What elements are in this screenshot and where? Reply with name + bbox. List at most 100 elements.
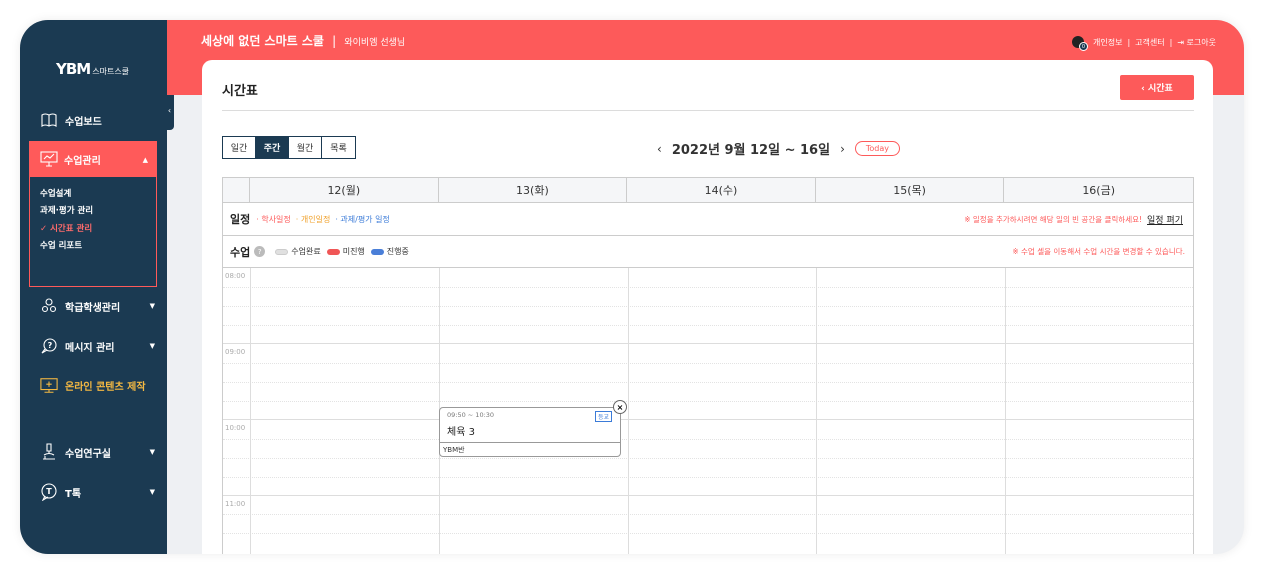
sidebar-collapse-toggle[interactable]: ‹ <box>165 90 174 130</box>
svg-text:T: T <box>46 487 52 496</box>
today-button[interactable]: Today <box>854 141 901 156</box>
sidebar-item-class-board[interactable]: 수업보드 <box>20 106 167 134</box>
logout-link[interactable]: ⇥ 로그아웃 <box>1177 37 1216 48</box>
support-link[interactable]: 고객센터 <box>1135 37 1164 48</box>
class-legend-row: 수업 ? 수업완료 미진행 진행중 ※ 수업 셀을 이동해서 수업 시간을 변경… <box>223 236 1193 268</box>
caret-down-icon: ▼ <box>149 342 155 350</box>
sidebar: YBM 스마트스쿨 수업보드 수업관리 ▲ 수업설계 과제·평가 관리 ✓ 시간… <box>20 20 167 554</box>
title-separator: | <box>332 34 337 48</box>
quarter-line <box>223 382 1193 383</box>
legend-personal: · 개인일정 <box>295 214 331 224</box>
timetable-grid: 12(월) 13(화) 14(수) 15(목) 16(금) 일정 · 학사일정 … <box>222 177 1194 554</box>
event-tag: 등교 <box>594 411 612 422</box>
help-icon[interactable]: ? <box>254 246 266 257</box>
sidebar-group-class-management: 수업관리 ▲ 수업설계 과제·평가 관리 ✓ 시간표 관리 수업 리포트 <box>29 141 157 287</box>
quarter-line <box>223 477 1193 478</box>
schedule-label: 일정 <box>230 213 251 226</box>
time-label: 08:00 <box>225 272 246 280</box>
app-title: 세상에 없던 스마트 스쿨 | 와이비엠 선생님 <box>201 32 405 49</box>
quarter-line <box>223 401 1193 402</box>
prev-week-button[interactable]: ‹ <box>657 142 662 156</box>
svg-text:?: ? <box>48 341 53 350</box>
monitor-add-icon <box>40 376 58 394</box>
day-divider <box>1005 268 1006 554</box>
sidebar-subitem-timetable[interactable]: ✓ 시간표 관리 <box>30 219 156 237</box>
schedule-hint-text: ※ 일정을 추가하시려면 해당 일의 빈 공간을 클릭하세요! <box>964 214 1143 224</box>
logo[interactable]: YBM 스마트스쿨 <box>56 60 129 78</box>
sidebar-subitem-lesson-design[interactable]: 수업설계 <box>30 184 156 202</box>
message-icon: ? <box>40 337 58 355</box>
sidebar-item-label: T톡 <box>65 488 82 500</box>
quarter-line <box>223 363 1193 364</box>
sidebar-item-label: 수업보드 <box>65 116 102 128</box>
swatch-pending <box>326 248 340 255</box>
sidebar-subitem-assignments[interactable]: 과제·평가 관리 <box>30 202 156 220</box>
sidebar-item-t-talk[interactable]: T T톡 ▼ <box>20 478 167 506</box>
class-hint: ※ 수업 셀을 이동해서 수업 시간을 변경할 수 있습니다. <box>1012 247 1185 256</box>
legend-pending: 미진행 <box>342 247 365 256</box>
link-separator: | <box>1169 37 1173 47</box>
presentation-icon <box>40 150 58 169</box>
event-time: 09:50 ~ 10:30 <box>447 411 495 419</box>
microscope-icon <box>40 443 58 461</box>
close-icon[interactable]: × <box>613 400 627 414</box>
timetable-back-button[interactable]: ‹ 시간표 <box>1120 75 1194 100</box>
user-utility-links: 0 개인정보 | 고객센터 | ⇥ 로그아웃 <box>1072 36 1216 51</box>
sidebar-item-research-lab[interactable]: 수업연구실 ▼ <box>20 438 167 466</box>
caret-down-icon: ▼ <box>149 448 155 456</box>
legend-in-progress: 진행중 <box>386 247 409 256</box>
book-icon <box>40 111 58 129</box>
schedule-row[interactable]: 일정 · 학사일정 · 개인일정 · 과제/평가 일정 ※ 일정을 추가하시려면… <box>223 203 1193 236</box>
avatar[interactable]: 0 <box>1072 36 1088 51</box>
caret-down-icon: ▼ <box>149 488 155 496</box>
day-divider <box>250 268 251 554</box>
sidebar-item-online-content[interactable]: 온라인 콘텐츠 제작 <box>20 371 167 399</box>
class-label: 수업 <box>230 245 251 259</box>
day-divider <box>628 268 629 554</box>
link-separator: | <box>1127 37 1131 47</box>
sidebar-item-class-management[interactable]: 수업관리 ▲ <box>30 142 156 177</box>
swatch-in-progress <box>370 248 384 255</box>
swatch-done <box>275 248 289 255</box>
quarter-line <box>223 533 1193 534</box>
day-header: 13(화) <box>439 178 628 202</box>
quarter-line <box>223 514 1193 515</box>
page-title: 시간표 <box>222 84 258 99</box>
caret-down-icon: ▼ <box>149 302 155 310</box>
day-header: 15(목) <box>816 178 1005 202</box>
quarter-line <box>223 325 1193 326</box>
next-week-button[interactable]: › <box>840 142 845 156</box>
event-class-name: YBM반 <box>440 442 620 456</box>
hour-line <box>223 419 1193 420</box>
time-label: 11:00 <box>225 500 246 508</box>
logo-subtitle: 스마트스쿨 <box>92 67 130 76</box>
corner-cell <box>223 178 250 202</box>
view-tabs: 일간 주간 월간 목록 <box>222 136 356 159</box>
tab-monthly[interactable]: 월간 <box>289 137 322 158</box>
day-header: 14(수) <box>627 178 816 202</box>
sidebar-subitem-report[interactable]: 수업 리포트 <box>30 237 156 255</box>
sidebar-item-students[interactable]: 학급학생관리 ▼ <box>20 292 167 320</box>
schedule-hint: ※ 일정을 추가하시려면 해당 일의 빈 공간을 클릭하세요! 일정 펴기 <box>964 213 1183 226</box>
sidebar-item-label: 수업연구실 <box>65 448 111 460</box>
time-grid[interactable]: 08:00 09:00 10:00 11:00 09:50 ~ 10:30 등교… <box>223 268 1193 554</box>
time-label: 09:00 <box>225 348 246 356</box>
app-frame: YBM 스마트스쿨 수업보드 수업관리 ▲ 수업설계 과제·평가 관리 ✓ 시간… <box>20 20 1244 554</box>
sidebar-item-messages[interactable]: ? 메시지 관리 ▼ <box>20 332 167 360</box>
tab-daily[interactable]: 일간 <box>223 137 256 158</box>
day-divider <box>816 268 817 554</box>
tab-weekly[interactable]: 주간 <box>256 137 289 158</box>
legend-assignment: · 과제/평가 일정 <box>335 214 390 224</box>
quarter-line <box>223 458 1193 459</box>
hour-line <box>223 343 1193 344</box>
date-range: 2022년 9월 12일 ~ 16일 <box>671 143 831 158</box>
class-event-card[interactable]: 09:50 ~ 10:30 등교 체육 3 YBM반 × <box>439 400 627 457</box>
caret-up-icon: ▲ <box>142 155 148 164</box>
profile-link[interactable]: 개인정보 <box>1093 37 1122 48</box>
day-header-row: 12(월) 13(화) 14(수) 15(목) 16(금) <box>223 177 1193 203</box>
sidebar-item-label: 온라인 콘텐츠 제작 <box>65 381 146 393</box>
legend-done: 수업완료 <box>291 247 321 256</box>
tab-list[interactable]: 목록 <box>322 137 355 158</box>
expand-schedule-link[interactable]: 일정 펴기 <box>1147 213 1183 226</box>
quarter-line <box>223 287 1193 288</box>
